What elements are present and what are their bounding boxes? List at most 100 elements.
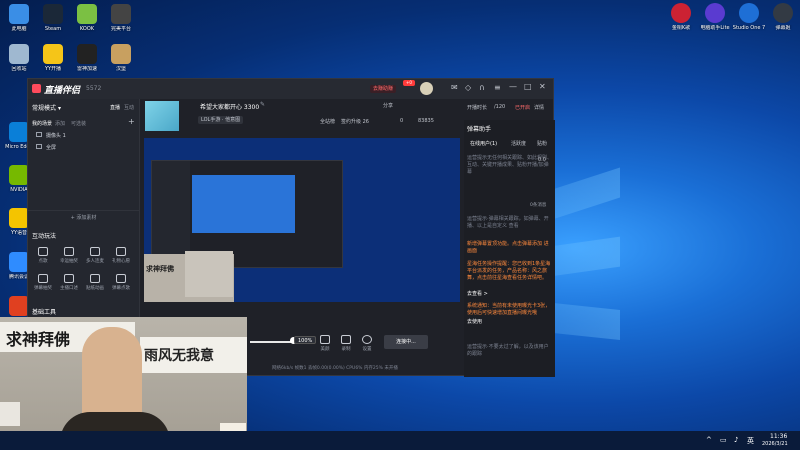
mode-selector[interactable]: 常规模式 ▾ (32, 103, 61, 112)
webcam-sticker-left (0, 402, 20, 426)
tool-label: 弹幕点歌 (112, 286, 130, 291)
danmaku-message: 新增弹幕置顶功能。点击弹幕添加 进画面 (467, 241, 549, 254)
interact-tool[interactable]: 礼物心愿 (112, 247, 130, 264)
detail-link[interactable]: 详情 (534, 104, 544, 111)
panel-tab-online[interactable]: 在线用户(1) (470, 140, 497, 147)
add-source-button[interactable]: + 添加素材 (28, 210, 139, 224)
record-button[interactable]: 录制 (337, 335, 355, 352)
desktop-icon-label: Steam (44, 26, 62, 32)
network-icon[interactable]: ▭ (720, 436, 727, 444)
desktop-icon-label: 回收站 (11, 66, 27, 72)
desktop-icon[interactable]: 汉堡 (104, 44, 138, 72)
desktop-icon[interactable]: 回收站 (2, 44, 36, 72)
monitor-icon (36, 144, 42, 149)
interact-tool[interactable]: 弹幕点歌 (112, 274, 130, 291)
webcam-banner-text: 求神拜佛 (6, 330, 71, 349)
app-icon (111, 44, 131, 64)
clock-time[interactable]: 11:36 (770, 433, 787, 440)
tool-label: 贴纸动画 (86, 286, 104, 291)
panel-tab-active[interactable]: 活跃度 (511, 140, 526, 147)
input-method[interactable]: 英 (747, 436, 754, 446)
clock-date[interactable]: 2026/3/21 (762, 441, 788, 447)
interact-tool[interactable]: 弹幕抽奖 (34, 274, 52, 291)
interact-tool[interactable]: 贴纸动画 (86, 274, 104, 291)
danmaku-message[interactable]: 去使用 (467, 319, 552, 326)
settings-button[interactable]: 设置 (358, 335, 376, 352)
desktop-icon-label: 完美平台 (110, 26, 131, 32)
desktop-icon[interactable]: 完美平台 (104, 4, 138, 32)
desktop-icon[interactable]: Steam (36, 4, 70, 32)
ad-button[interactable]: 去赚助赚 (370, 85, 397, 93)
scene-tab-optional[interactable]: 可选装 (71, 120, 86, 127)
scene-tab-mine[interactable]: 我的场景 (32, 120, 52, 127)
tab-interact[interactable]: 互动 (124, 104, 134, 111)
minimize-icon[interactable]: — (509, 82, 517, 91)
danmaku-message: 运营提示·不要太过了解，以及该用户的跟踪 (467, 344, 549, 357)
tool-label: 主播口述 (60, 286, 78, 291)
preview-banner-text: 求神拜佛 (146, 265, 174, 273)
fans-upgrade[interactable]: 签约升级 26 (341, 118, 369, 125)
desktop-icon-label: 此电脑 (11, 26, 27, 32)
tool-icon (90, 247, 100, 256)
scene-item-camera[interactable]: 摄像头 1 (30, 130, 138, 140)
pk-status[interactable]: 已开启 (515, 104, 530, 111)
desktop-icon[interactable]: 电脑助手Lite (698, 3, 732, 31)
danmaku-panel: 弹幕助手 在线用户(1) 活跃度 贴粉 运营提示无任何相关跟踪、如此规则、互动、… (464, 120, 555, 377)
edit-icon[interactable]: ✎ (260, 101, 265, 108)
tool-label: 点歌 (38, 259, 48, 264)
desktop-icon[interactable]: YY开播 (36, 44, 70, 72)
likes-count: 0 (400, 118, 404, 124)
desktop-icon[interactable]: 此电脑 (2, 4, 36, 32)
tool-icon (64, 274, 74, 283)
desktop-icon[interactable]: Studio One 7 (732, 3, 766, 31)
category-tag[interactable]: LOL手游 · 他意图 (198, 116, 244, 124)
desktop-icon[interactable]: KOOK (70, 4, 104, 32)
desktop-icon[interactable]: 金桐K歌 (664, 3, 698, 31)
close-icon[interactable]: ✕ (539, 82, 546, 91)
user-avatar[interactable] (420, 82, 433, 95)
interact-tool[interactable]: 主播口述 (60, 274, 78, 291)
section-basic-title: 基础工具 (32, 309, 57, 316)
preview-window (151, 160, 343, 269)
share-button[interactable]: 分享 (383, 102, 393, 109)
interact-tool[interactable]: 幸运抽奖 (60, 247, 78, 264)
scene-tab-add[interactable]: 添加 (55, 120, 65, 127)
menu-icon[interactable]: ≡ (494, 83, 501, 92)
stream-title[interactable]: 希望大家都开心 3300 (200, 102, 259, 111)
app-icon (77, 4, 97, 24)
desktop-icon-label: 汉堡 (115, 66, 126, 72)
section-interact-title: 互动玩法 (32, 233, 57, 240)
scene-item-fullscreen[interactable]: 全屏 (30, 142, 138, 152)
gift-icon[interactable]: ◇ (465, 83, 471, 92)
volume-icon[interactable]: ♪ (734, 436, 738, 444)
activity-rank[interactable]: 全站榜 (320, 118, 335, 125)
danmaku-message: 运营提示·弹幕相关跟踪，如弹幕、开播、以上是自定义 查看 (467, 216, 549, 229)
headset-icon[interactable]: ∩ (479, 83, 485, 92)
beauty-button[interactable]: 美颜 (316, 335, 334, 352)
tool-label: 幸运抽奖 (60, 259, 78, 264)
app-icon (43, 4, 63, 24)
mini-webcam (185, 251, 233, 297)
tool-icon (90, 274, 100, 283)
app-icon (9, 122, 29, 142)
panel-tab-fans[interactable]: 贴粉 (537, 140, 547, 147)
camera-icon (36, 132, 42, 137)
maximize-icon[interactable]: □ (524, 82, 532, 91)
tab-live[interactable]: 直播 (110, 104, 120, 111)
tray-arrow-icon[interactable]: ^ (706, 436, 712, 444)
taskbar: ^ ▭ ♪ 英 11:36 2026/3/21 (0, 431, 800, 450)
desktop-icon[interactable]: 弹幕姬 (766, 3, 800, 31)
danmaku-message[interactable]: 去查看 > (467, 291, 552, 298)
add-scene-icon[interactable]: + (128, 117, 135, 126)
desktop-icon-label: 金桐K歌 (671, 25, 691, 31)
volume-slider[interactable] (250, 341, 292, 343)
anchor-avatar[interactable] (145, 101, 179, 131)
connect-button[interactable]: 连接中... (384, 335, 428, 349)
app-icon (671, 3, 691, 23)
chat-icon[interactable]: ✉ (451, 83, 458, 92)
interact-tool[interactable]: 点歌 (34, 247, 52, 264)
app-icon (773, 3, 793, 23)
interact-tool[interactable]: 多人连麦 (86, 247, 104, 264)
desktop-icon[interactable]: 雷神加速 (70, 44, 104, 72)
app-icon (9, 208, 29, 228)
